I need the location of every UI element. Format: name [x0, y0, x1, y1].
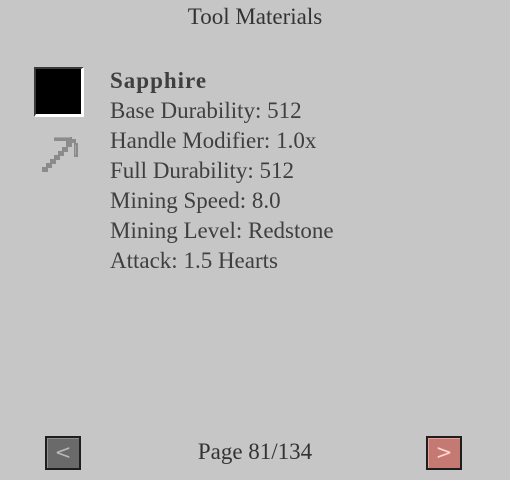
stat-attack: Attack: 1.5 Hearts [110, 248, 278, 273]
stat-base-durability: Base Durability: 512 [110, 98, 302, 123]
material-swatch [34, 67, 84, 117]
material-name: Sapphire [110, 68, 208, 93]
stat-handle-modifier: Handle Modifier: 1.0x [110, 128, 317, 153]
tool-materials-page: Tool Materials Sapphire Base Durability:… [0, 0, 510, 480]
stat-mining-level: Mining Level: Redstone [110, 218, 334, 243]
pickaxe-icon [42, 137, 78, 172]
page-title: Tool Materials [187, 4, 323, 29]
stat-full-durability: Full Durability: 512 [110, 158, 294, 183]
next-page-button[interactable]: > [426, 436, 462, 470]
material-info: Sapphire Base Durability: 512 Handle Mod… [110, 66, 334, 276]
stat-mining-speed: Mining Speed: 8.0 [110, 188, 281, 213]
